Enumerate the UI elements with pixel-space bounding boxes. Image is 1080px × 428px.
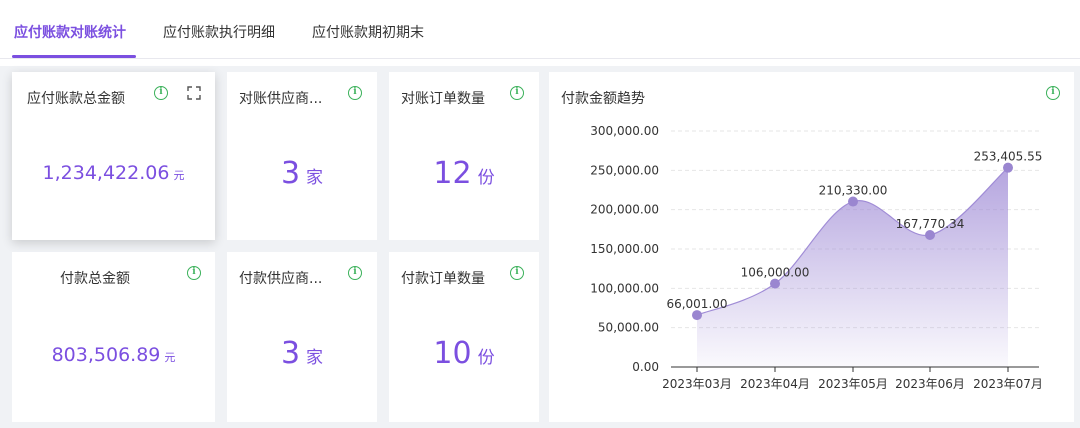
card-value-row: 12 份 xyxy=(389,156,539,191)
card-value: 3 xyxy=(280,336,301,371)
card-pay-suppliers: 付款供应商... i 3家 xyxy=(227,252,377,422)
card-value: 3 xyxy=(280,156,301,191)
card-recon-suppliers: 对账供应商... i 3家 xyxy=(227,72,377,240)
x-tick-label: 2023年03月 xyxy=(662,377,732,391)
data-label: 66,001.00 xyxy=(666,297,727,311)
x-tick-label: 2023年06月 xyxy=(895,377,965,391)
card-value: 803,506.89 xyxy=(51,344,161,366)
card-value: 10 xyxy=(433,336,472,371)
card-value: 12 xyxy=(433,156,472,191)
x-tick-label: 2023年04月 xyxy=(740,377,810,391)
card-pay-orders: 付款订单数量 i 10 份 xyxy=(389,252,539,422)
card-unit: 份 xyxy=(477,348,495,368)
y-tick-label: 150,000.00 xyxy=(590,242,659,256)
tab-opening-closing[interactable]: 应付账款期初期末 xyxy=(312,22,424,42)
data-label: 106,000.00 xyxy=(741,266,810,280)
tab-reconciliation-stats[interactable]: 应付账款对账统计 xyxy=(14,22,126,42)
info-circle-icon[interactable]: i xyxy=(187,266,201,280)
tab-bar: 应付账款对账统计 应付账款执行明细 应付账款期初期末 xyxy=(0,0,1080,66)
info-circle-icon[interactable]: i xyxy=(510,86,524,100)
card-unit: 家 xyxy=(306,348,324,368)
card-title: 付款总金额 xyxy=(60,271,130,287)
data-label: 253,405.55 xyxy=(974,150,1043,164)
card-title: 付款供应商... xyxy=(239,271,323,287)
card-value-row: 3家 xyxy=(227,156,377,191)
y-tick-label: 0.00 xyxy=(632,360,659,374)
card-title: 对账供应商... xyxy=(239,91,323,107)
card-recon-orders: 对账订单数量 i 12 份 xyxy=(389,72,539,240)
info-circle-icon[interactable]: i xyxy=(348,86,362,100)
data-label: 210,330.00 xyxy=(819,184,888,198)
data-point[interactable] xyxy=(925,230,935,241)
card-payable-total: 应付账款总金额 i 1,234,422.06 元 xyxy=(12,72,215,240)
card-unit: 元 xyxy=(164,351,176,364)
card-title: 付款订单数量 xyxy=(401,271,485,287)
fullscreen-expand-icon[interactable] xyxy=(187,86,201,100)
info-circle-icon[interactable]: i xyxy=(154,86,168,100)
card-value-row: 803,506.89 元 xyxy=(12,344,215,366)
card-value: 1,234,422.06 xyxy=(42,162,170,184)
y-tick-label: 300,000.00 xyxy=(590,124,659,138)
card-title: 应付账款总金额 xyxy=(27,91,125,107)
tab-execution-detail[interactable]: 应付账款执行明细 xyxy=(163,22,275,42)
y-tick-label: 250,000.00 xyxy=(590,163,659,177)
card-unit: 家 xyxy=(306,168,324,188)
y-tick-label: 200,000.00 xyxy=(590,203,659,217)
info-circle-icon[interactable]: i xyxy=(348,266,362,280)
card-unit: 份 xyxy=(477,168,495,188)
trend-chart: 66,001.00 106,000.00 210,330.00 167,770.34 2… xyxy=(590,124,1043,391)
card-title: 对账订单数量 xyxy=(401,91,485,107)
card-payment-total: 付款总金额 i 803,506.89 元 xyxy=(12,252,215,422)
card-payment-trend: 付款金额趋势 i 66,001.00 106,000.00 210,330.00 16… xyxy=(549,72,1074,422)
card-value-row: 3家 xyxy=(227,336,377,371)
data-label: 167,770.34 xyxy=(896,217,965,231)
y-tick-label: 50,000.00 xyxy=(598,321,659,335)
x-tick-label: 2023年07月 xyxy=(973,377,1043,391)
data-point[interactable] xyxy=(692,310,702,321)
card-value-row: 1,234,422.06 元 xyxy=(12,162,215,184)
card-value-row: 10 份 xyxy=(389,336,539,371)
data-point[interactable] xyxy=(1003,162,1013,173)
card-unit: 元 xyxy=(173,169,185,182)
tab-divider xyxy=(0,58,1080,59)
y-tick-label: 100,000.00 xyxy=(590,281,659,295)
data-point[interactable] xyxy=(848,196,858,207)
data-point[interactable] xyxy=(770,278,780,289)
info-circle-icon[interactable]: i xyxy=(510,266,524,280)
x-tick-label: 2023年05月 xyxy=(818,377,888,391)
